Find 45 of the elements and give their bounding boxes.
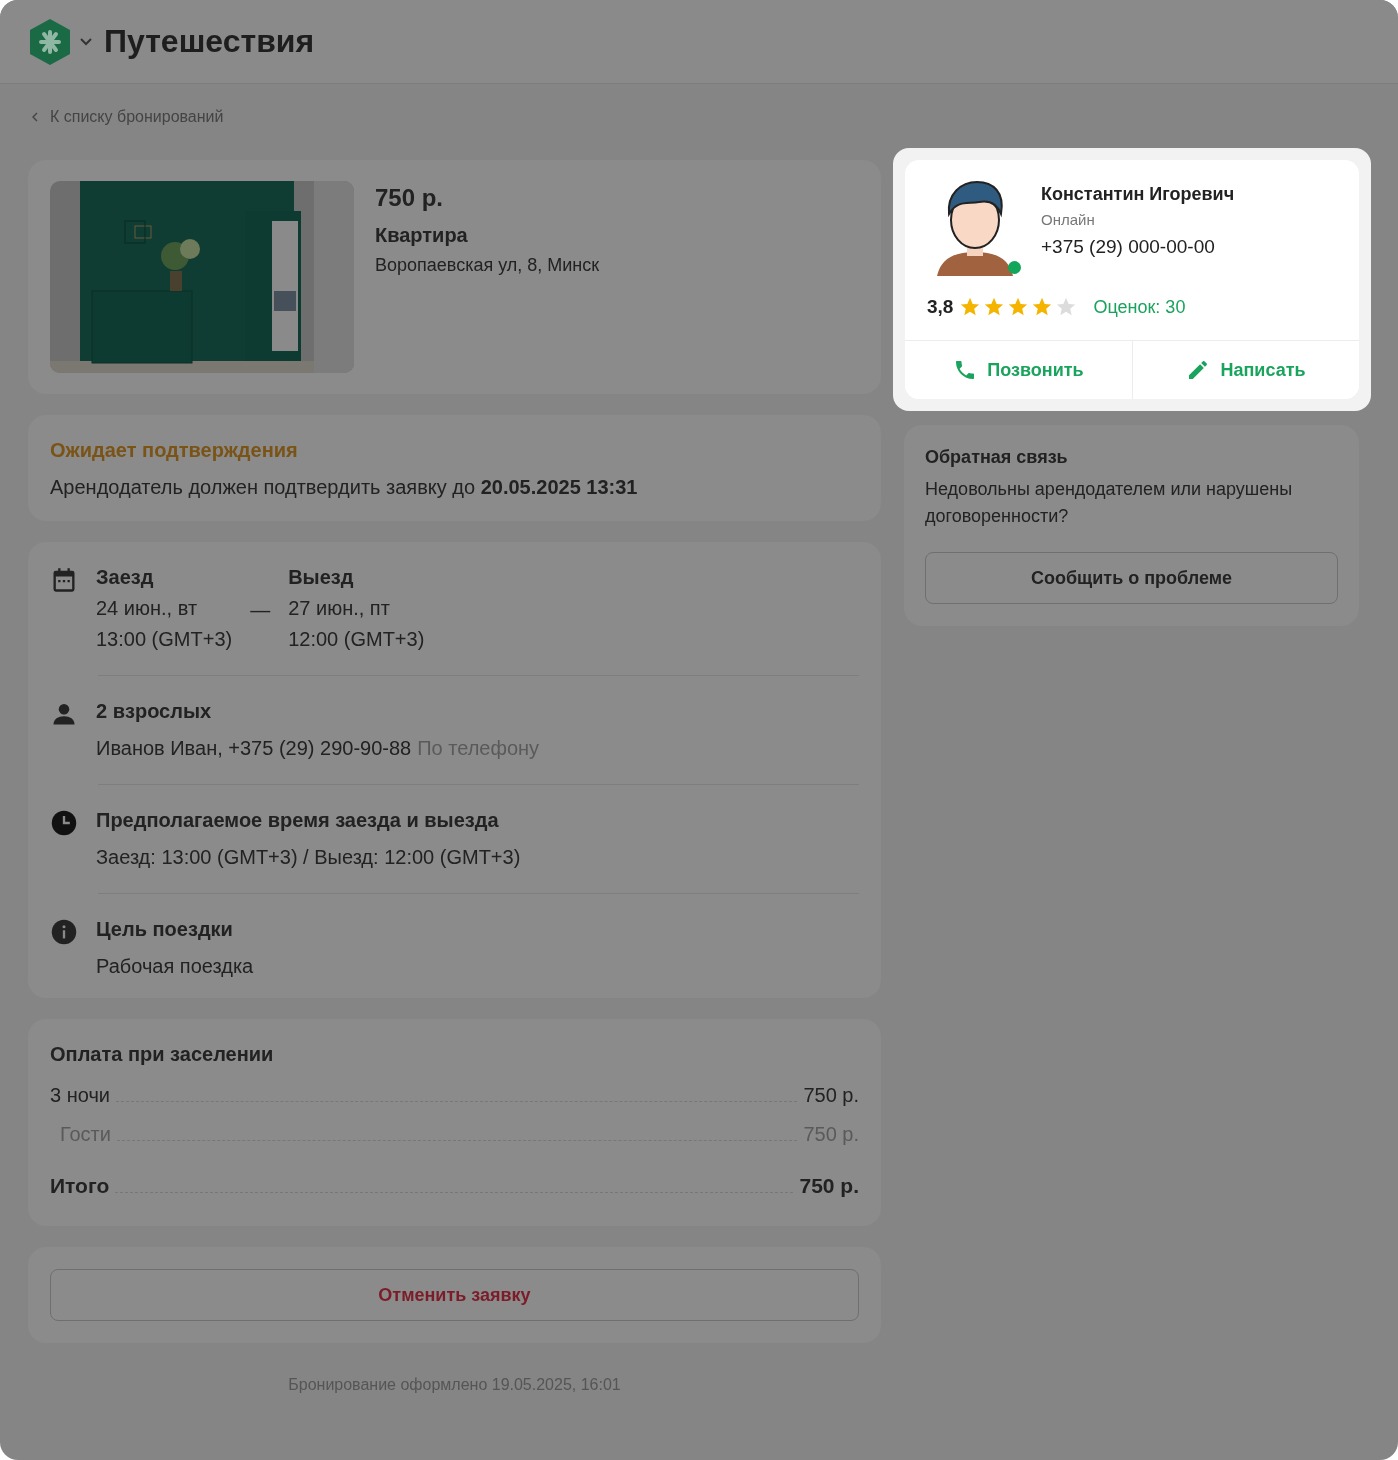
feedback-text: Недовольны арендодателем или нарушены договоренности? bbox=[925, 478, 1294, 528]
chevron-left-icon bbox=[32, 112, 38, 122]
payment-label: Итого bbox=[50, 1174, 110, 1198]
host-name: Константин Игоревич bbox=[1041, 184, 1235, 205]
feedback-title: Обратная связь bbox=[925, 447, 1069, 468]
avatar-icon bbox=[935, 180, 1015, 276]
checkin-date: 24 июн., вт bbox=[96, 597, 199, 620]
detail-title: 2 взрослых bbox=[96, 700, 213, 723]
host-phone: +375 (29) 000-00-00 bbox=[1041, 236, 1216, 258]
star-icon bbox=[983, 296, 1006, 318]
star-icon bbox=[1055, 296, 1078, 318]
info-icon bbox=[50, 918, 78, 946]
status-text: Арендодатель должен подтвердить заявку до 20.05.2025 13:31 bbox=[50, 476, 639, 499]
checkout-date: 27 июн., пт bbox=[288, 597, 391, 620]
detail-text: Иванов Иван, +375 (29) 290-90-88 bbox=[96, 737, 412, 760]
listing-address: Воропаевская ул, 8, Минск bbox=[375, 255, 600, 276]
checkout-label: Выезд bbox=[288, 566, 355, 589]
checkin-label: Заезд bbox=[96, 566, 155, 589]
checkin-time: 13:00 (GMT+3) bbox=[96, 628, 233, 651]
checkout-time: 12:00 (GMT+3) bbox=[288, 628, 425, 651]
app-title: Путешествия bbox=[104, 23, 315, 60]
payment-title: Оплата при заселении bbox=[50, 1043, 275, 1066]
payment-label: 3 ночи bbox=[50, 1084, 110, 1107]
listing-type: Квартира bbox=[375, 224, 469, 247]
payment-amount: 750 р. bbox=[799, 1174, 859, 1198]
clock-icon bbox=[50, 809, 78, 837]
back-link[interactable]: К списку бронирований bbox=[32, 108, 224, 126]
star-icon bbox=[959, 296, 982, 318]
host-status: Онлайн bbox=[1041, 211, 1096, 228]
cancel-button[interactable]: Отменить заявку bbox=[50, 1269, 859, 1321]
chevron-down-icon[interactable] bbox=[80, 37, 92, 46]
rating-value: 3,8 bbox=[927, 296, 954, 318]
status-title: Ожидает подтверждения bbox=[50, 439, 299, 462]
detail-text: Заезд: 13:00 (GMT+3) / Выезд: 12:00 (GMT+3) bbox=[96, 846, 521, 869]
detail-title: Предполагаемое время заезда и выезда bbox=[96, 809, 500, 832]
star-icon bbox=[1031, 296, 1054, 318]
date-separator: — bbox=[250, 599, 271, 623]
star-icon bbox=[1007, 296, 1030, 318]
payment-amount: 750 р. bbox=[803, 1084, 859, 1107]
detail-title: Цель поездки bbox=[96, 918, 234, 941]
report-button[interactable]: Сообщить о проблеме bbox=[925, 552, 1338, 604]
reviews-link[interactable]: Оценок: 30 bbox=[1093, 296, 1186, 318]
listing-price: 750 р. bbox=[375, 184, 445, 212]
detail-text: Рабочая поездка bbox=[96, 955, 254, 978]
logo-icon[interactable] bbox=[28, 17, 72, 66]
